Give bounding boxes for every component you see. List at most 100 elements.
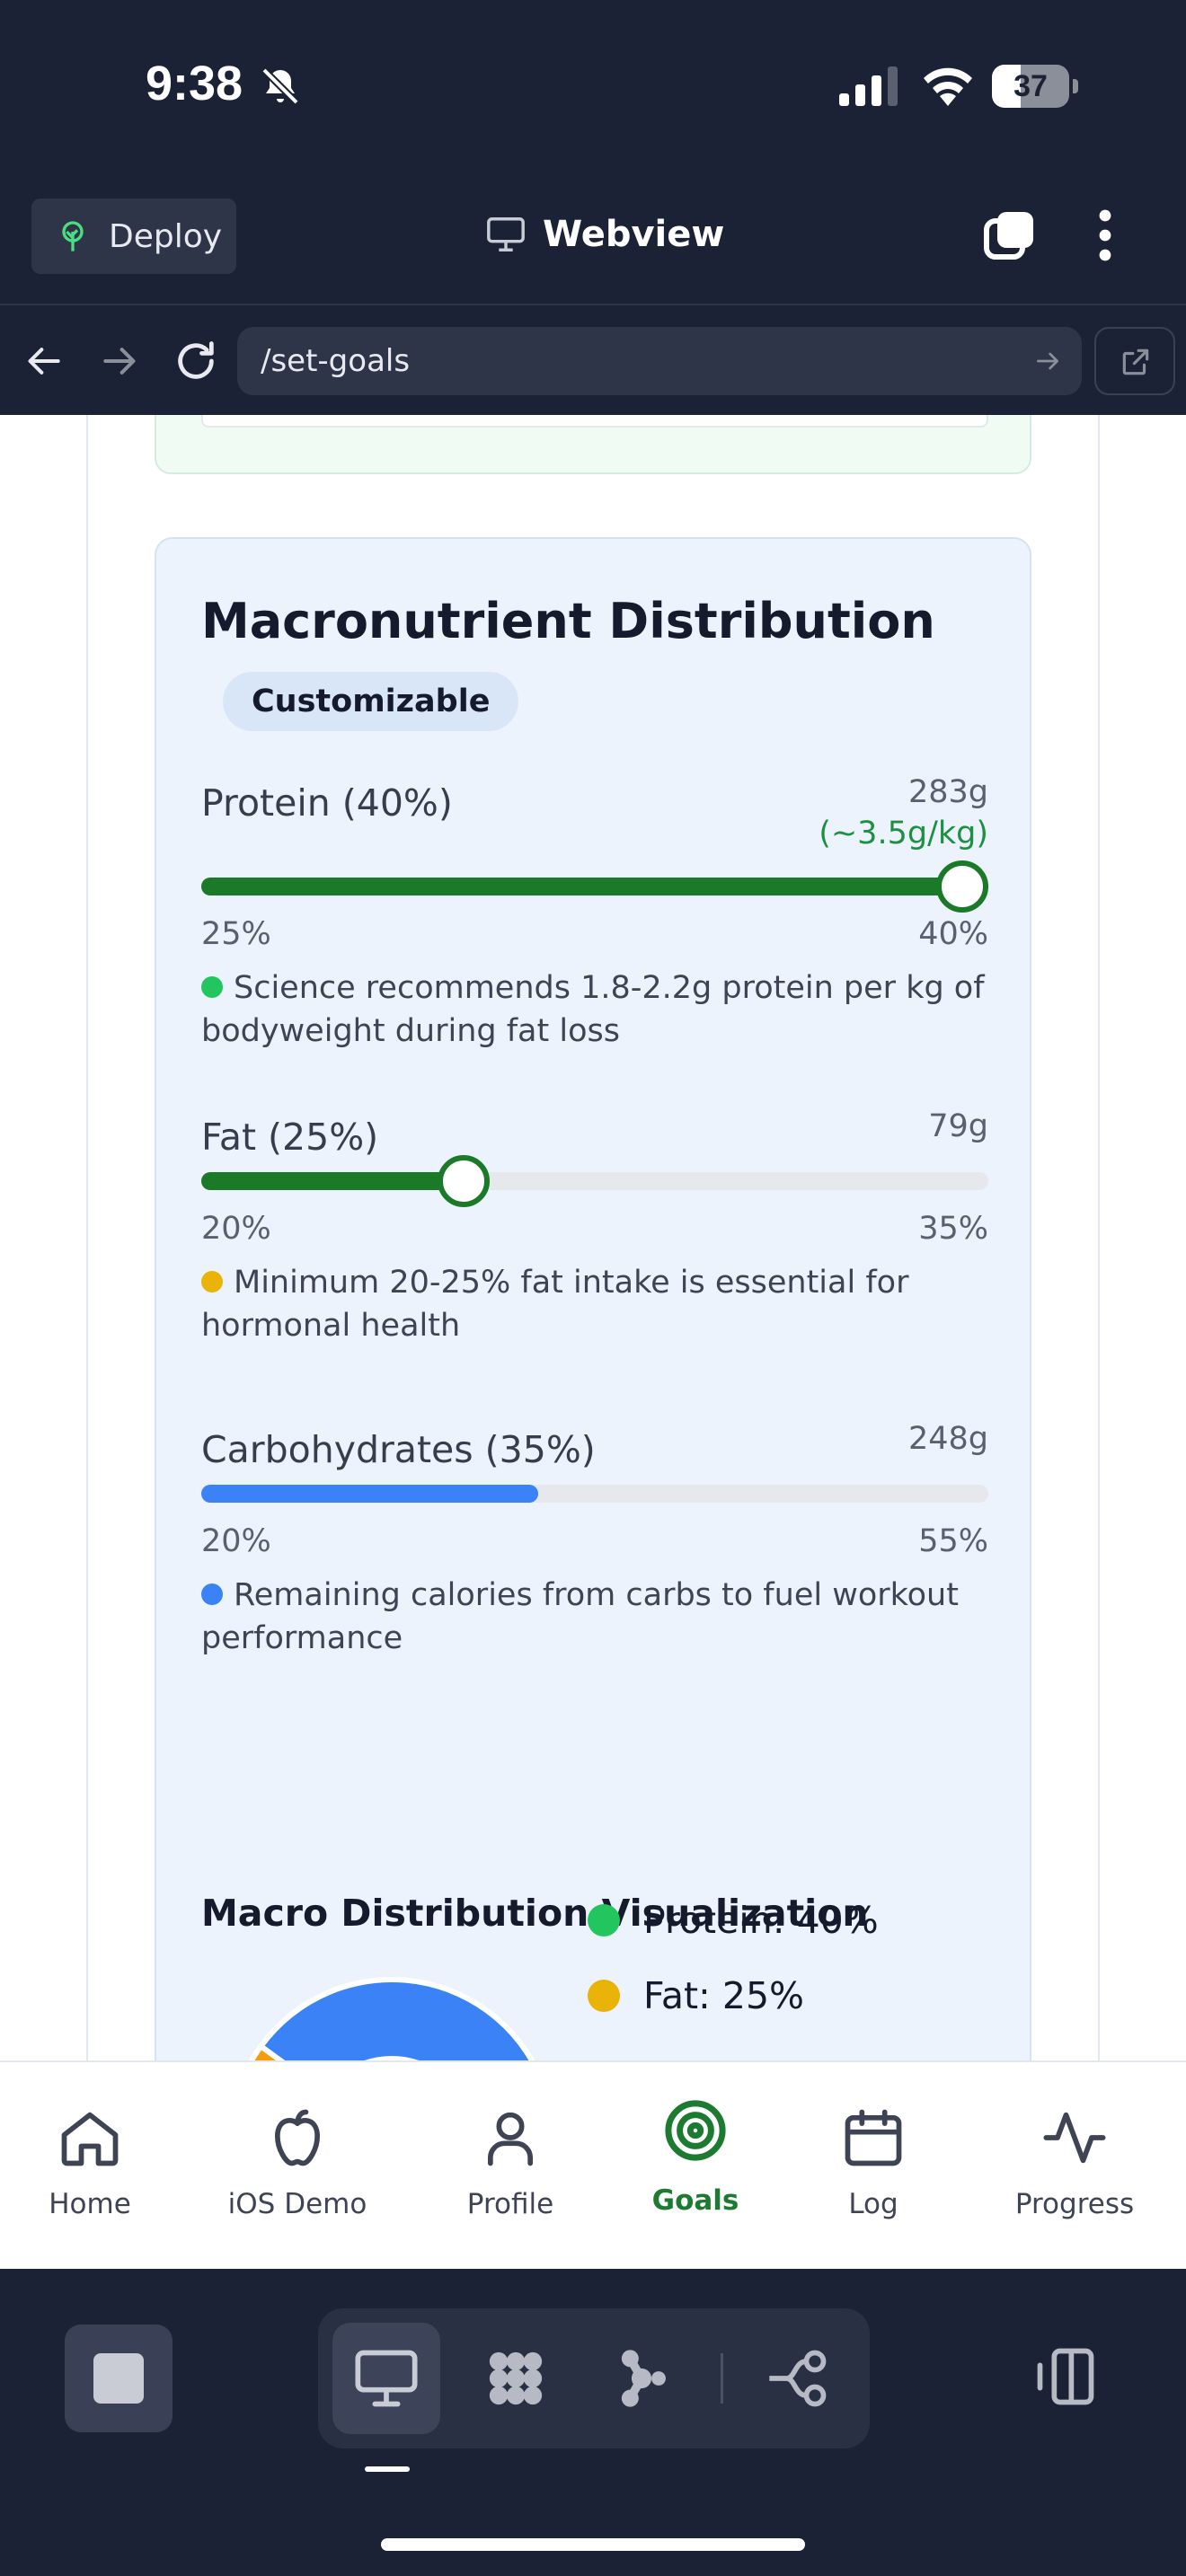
fat-slider-fill: [201, 1172, 464, 1190]
carbs-tip-dot: [201, 1584, 223, 1605]
fat-tip-dot: [201, 1271, 223, 1292]
tabs-icon[interactable]: [981, 207, 1039, 264]
tab-profile[interactable]: Profile: [447, 2062, 573, 2271]
preview-mode-button[interactable]: [332, 2323, 440, 2434]
fat-slider-thumb[interactable]: [437, 1155, 490, 1207]
carbs-max: 55%: [918, 1523, 988, 1559]
active-mode-indicator: [365, 2466, 410, 2472]
protein-tip-text: Science recommends 1.8-2.2g protein per …: [201, 970, 985, 1049]
webview-title: Webview: [485, 214, 724, 255]
protein-slider-thumb[interactable]: [936, 860, 988, 913]
fat-slider[interactable]: [201, 1155, 988, 1207]
customizable-badge: Customizable: [223, 672, 519, 731]
stop-icon: [93, 2353, 144, 2404]
home-icon: [61, 2112, 119, 2166]
carbs-label: Carbohydrates (35%): [201, 1428, 596, 1471]
dots-grid-icon: [489, 2351, 543, 2405]
view-mode-group: [318, 2308, 870, 2448]
url-text: /set-goals: [261, 343, 411, 379]
person-icon: [487, 2112, 534, 2166]
tab-home[interactable]: Home: [27, 2062, 153, 2271]
protein-grams: 283g: [907, 774, 988, 810]
mode-separator: [721, 2353, 723, 2404]
monitor-icon: [355, 2350, 418, 2407]
previous-card-inner: [201, 415, 988, 428]
cellular-signal-icon: [839, 66, 898, 106]
status-bar: 9:38 37: [0, 0, 1186, 180]
carbs-tip-text: Remaining calories from carbs to fuel wo…: [201, 1577, 959, 1656]
tab-ios-demo-label: iOS Demo: [227, 2188, 367, 2220]
wifi-icon: [924, 67, 972, 106]
protein-per-kg: (~3.5g/kg): [819, 816, 988, 851]
tab-progress-label: Progress: [1014, 2188, 1135, 2220]
legend-protein: Protein: 40%: [588, 1899, 879, 1942]
tab-progress[interactable]: Progress: [1003, 2062, 1146, 2271]
calendar-icon: [845, 2109, 902, 2166]
tree-icon: [62, 221, 84, 251]
tab-ios-demo[interactable]: iOS Demo: [221, 2062, 374, 2271]
activity-icon: [1043, 2112, 1106, 2164]
side-panel-icon[interactable]: [1031, 2342, 1100, 2411]
webview-content: Macronutrient Distribution Customizable …: [0, 415, 1186, 2060]
legend-protein-label: Protein: 40%: [643, 1899, 879, 1942]
external-link-icon: [1122, 348, 1149, 375]
monitor-icon: [487, 217, 525, 251]
fat-tip: Minimum 20-25% fat intake is essential f…: [201, 1261, 988, 1347]
protein-tip-dot: [201, 976, 223, 998]
card-title: Macronutrient Distribution: [201, 593, 935, 649]
legend-protein-dot: [588, 1904, 620, 1936]
open-external-button[interactable]: [1094, 327, 1175, 395]
carbs-grams: 248g: [907, 1421, 988, 1457]
legend-fat-dot: [588, 1980, 620, 2012]
macro-donut-chart: [248, 1977, 535, 2060]
protein-label: Protein (40%): [201, 781, 453, 825]
legend-fat-label: Fat: 25%: [643, 1974, 804, 2017]
fat-min: 20%: [201, 1211, 271, 1247]
tab-goals[interactable]: Goals: [633, 2062, 758, 2271]
go-arrow-icon[interactable]: [1033, 347, 1062, 375]
status-time: 9:38: [146, 57, 243, 110]
target-icon: [665, 2100, 726, 2161]
tab-goals-label: Goals: [651, 2184, 739, 2217]
legend-fat: Fat: 25%: [588, 1974, 804, 2017]
tab-log-label: Log: [848, 2188, 898, 2220]
webview-label: Webview: [543, 214, 725, 255]
agent-mode-button[interactable]: [588, 2323, 695, 2434]
back-arrow-icon[interactable]: [25, 341, 65, 381]
tab-log[interactable]: Log: [810, 2062, 936, 2271]
home-indicator: [381, 2538, 805, 2551]
url-row: /set-goals: [0, 307, 1186, 415]
reload-icon[interactable]: [173, 338, 219, 384]
battery-indicator: 37: [992, 65, 1078, 108]
workflow-icon: [769, 2350, 827, 2407]
macro-distribution-card: Macronutrient Distribution Customizable …: [155, 537, 1031, 2060]
carbs-tip: Remaining calories from carbs to fuel wo…: [201, 1574, 988, 1660]
device-toolbar: [0, 2269, 1186, 2576]
bottom-tab-bar: Home iOS Demo Profile Goals Log Progress: [0, 2060, 1186, 2269]
protein-slider[interactable]: [201, 860, 988, 913]
donut-slice-carbohydrates: [257, 1977, 535, 2060]
fat-tip-text: Minimum 20-25% fat intake is essential f…: [201, 1265, 909, 1344]
stop-button[interactable]: [65, 2325, 173, 2432]
previous-card: [155, 415, 1031, 474]
app-header: Deploy Webview: [0, 180, 1186, 305]
tab-profile-label: Profile: [466, 2188, 554, 2220]
protein-slider-fill: [201, 878, 988, 895]
url-field[interactable]: /set-goals: [237, 327, 1082, 395]
fat-grams: 79g: [928, 1108, 988, 1144]
bell-muted-icon: [261, 67, 299, 105]
protein-max: 40%: [918, 916, 988, 952]
workflow-mode-button[interactable]: [744, 2323, 852, 2434]
deploy-label: Deploy: [109, 217, 223, 255]
grid-mode-button[interactable]: [462, 2323, 570, 2434]
protein-tip: Science recommends 1.8-2.2g protein per …: [201, 966, 988, 1053]
deploy-button[interactable]: Deploy: [31, 198, 236, 274]
carbs-bar-fill: [201, 1485, 539, 1503]
carbs-bar: [201, 1485, 988, 1503]
carbs-min: 20%: [201, 1523, 271, 1559]
forward-arrow-icon[interactable]: [99, 341, 138, 381]
battery-percent: 37: [1013, 69, 1048, 103]
protein-min: 25%: [201, 916, 271, 952]
tab-home-label: Home: [49, 2188, 131, 2220]
more-vertical-icon[interactable]: [1087, 207, 1123, 264]
